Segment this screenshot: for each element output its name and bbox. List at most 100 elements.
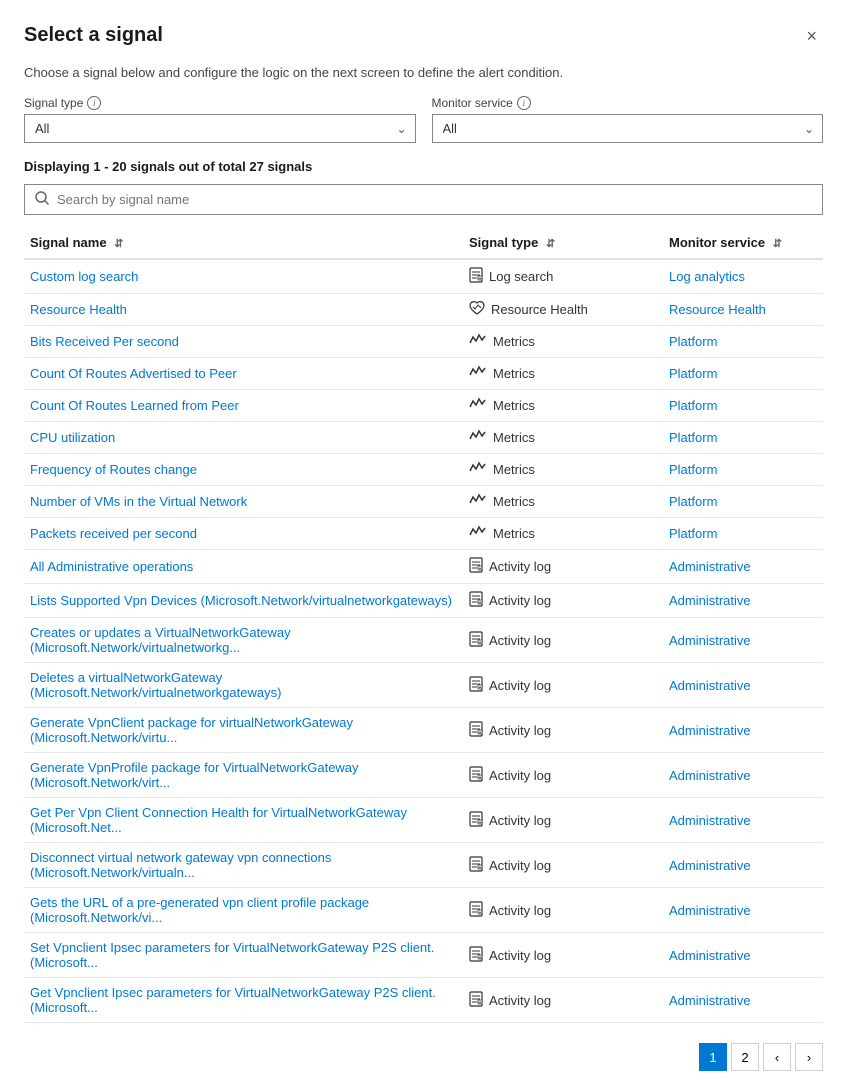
monitor-service-cell: Administrative [663,618,823,663]
monitor-service-cell: Platform [663,422,823,454]
monitor-service-cell: Administrative [663,843,823,888]
header-monitor-service: Monitor service ⇵ [663,227,823,259]
signal-type-cell: Activity log [463,798,663,843]
signal-name-link[interactable]: Lists Supported Vpn Devices (Microsoft.N… [30,593,452,608]
metrics-icon [469,333,487,350]
monitor-service-value: Platform [669,462,717,477]
signal-name-link[interactable]: Set Vpnclient Ipsec parameters for Virtu… [30,940,434,970]
signal-type-cell: Activity log [463,708,663,753]
signal-name-cell: Deletes a virtualNetworkGateway (Microso… [24,663,463,708]
table-row: Set Vpnclient Ipsec parameters for Virtu… [24,933,823,978]
pagination: 1 2 ‹ › [24,1035,823,1071]
signal-name-link[interactable]: Resource Health [30,302,127,317]
resource-health-icon [469,301,485,318]
log-icon [469,901,483,920]
signal-type-cell: Metrics [463,422,663,454]
signal-name-link[interactable]: Get Vpnclient Ipsec parameters for Virtu… [30,985,436,1015]
metrics-icon [469,461,487,478]
signal-type-text: Activity log [489,858,551,873]
close-button[interactable]: × [800,24,823,49]
signal-type-text: Activity log [489,559,551,574]
signal-type-dropdown[interactable]: All Metrics Log search Activity log Reso… [24,114,416,143]
signal-name-link[interactable]: Frequency of Routes change [30,462,197,477]
monitor-service-value: Platform [669,494,717,509]
signal-type-cell: Metrics [463,326,663,358]
monitor-service-value: Platform [669,398,717,413]
signal-type-text: Activity log [489,813,551,828]
log-icon [469,557,483,576]
signal-name-link[interactable]: Count Of Routes Advertised to Peer [30,366,237,381]
search-input[interactable] [57,192,812,207]
signal-name-link[interactable]: All Administrative operations [30,559,193,574]
table-row: Disconnect virtual network gateway vpn c… [24,843,823,888]
sort-monitor-service-icon[interactable]: ⇵ [773,238,782,250]
signal-name-cell: Set Vpnclient Ipsec parameters for Virtu… [24,933,463,978]
signal-name-link[interactable]: Disconnect virtual network gateway vpn c… [30,850,331,880]
signal-name-link[interactable]: Number of VMs in the Virtual Network [30,494,247,509]
monitor-service-label: Monitor service i [432,96,824,110]
signal-name-link[interactable]: Get Per Vpn Client Connection Health for… [30,805,407,835]
signal-name-link[interactable]: Custom log search [30,269,138,284]
monitor-service-cell: Administrative [663,888,823,933]
monitor-service-cell: Platform [663,454,823,486]
signal-type-text: Metrics [493,334,535,349]
monitor-service-cell: Administrative [663,978,823,1023]
signal-name-link[interactable]: Generate VpnClient package for virtualNe… [30,715,353,745]
monitor-service-cell: Administrative [663,584,823,618]
monitor-service-cell: Platform [663,518,823,550]
signal-name-link[interactable]: Creates or updates a VirtualNetworkGatew… [30,625,291,655]
monitor-service-cell: Administrative [663,663,823,708]
signal-name-cell: CPU utilization [24,422,463,454]
prev-page-button[interactable]: ‹ [763,1043,791,1071]
signal-name-link[interactable]: Count Of Routes Learned from Peer [30,398,239,413]
signal-type-cell: Resource Health [463,294,663,326]
signal-name-link[interactable]: Generate VpnProfile package for VirtualN… [30,760,359,790]
signal-type-text: Metrics [493,430,535,445]
monitor-service-value: Resource Health [669,302,766,317]
signal-name-cell: Number of VMs in the Virtual Network [24,486,463,518]
signal-name-cell: Frequency of Routes change [24,454,463,486]
signal-name-link[interactable]: CPU utilization [30,430,115,445]
metrics-icon [469,429,487,446]
monitor-service-cell: Administrative [663,933,823,978]
log-icon [469,766,483,785]
page-2-button[interactable]: 2 [731,1043,759,1071]
signal-type-cell: Metrics [463,454,663,486]
monitor-service-select[interactable]: All Platform Log analytics Administrativ… [433,115,823,142]
signal-type-cell: Activity log [463,978,663,1023]
signal-name-link[interactable]: Gets the URL of a pre-generated vpn clie… [30,895,369,925]
table-row: Get Per Vpn Client Connection Health for… [24,798,823,843]
metrics-icon [469,365,487,382]
signal-name-link[interactable]: Packets received per second [30,526,197,541]
page-1-button[interactable]: 1 [699,1043,727,1071]
sort-signal-name-icon[interactable]: ⇵ [114,238,123,250]
monitor-service-value: Administrative [669,559,751,574]
signal-type-cell: Activity log [463,933,663,978]
monitor-service-filter: Monitor service i All Platform Log analy… [432,96,824,143]
metrics-icon [469,397,487,414]
signal-type-cell: Activity log [463,663,663,708]
signal-type-select[interactable]: All Metrics Log search Activity log Reso… [25,115,415,142]
log-icon [469,631,483,650]
monitor-service-cell: Resource Health [663,294,823,326]
signal-type-label: Signal type i [24,96,416,110]
metrics-icon [469,525,487,542]
monitor-service-value: Platform [669,430,717,445]
signal-name-link[interactable]: Deletes a virtualNetworkGateway (Microso… [30,670,281,700]
monitor-service-value: Administrative [669,723,751,738]
monitor-service-value: Platform [669,334,717,349]
signal-name-link[interactable]: Bits Received Per second [30,334,179,349]
monitor-service-value: Administrative [669,768,751,783]
sort-signal-type-icon[interactable]: ⇵ [546,238,555,250]
search-icon [35,191,49,208]
monitor-service-value: Administrative [669,593,751,608]
signal-type-cell: Log search [463,259,663,294]
table-row: Number of VMs in the Virtual Network Met… [24,486,823,518]
monitor-service-cell: Administrative [663,708,823,753]
signal-type-text: Activity log [489,993,551,1008]
monitor-service-cell: Platform [663,390,823,422]
next-page-button[interactable]: › [795,1043,823,1071]
table-row: Deletes a virtualNetworkGateway (Microso… [24,663,823,708]
monitor-service-dropdown[interactable]: All Platform Log analytics Administrativ… [432,114,824,143]
signal-name-cell: Count Of Routes Learned from Peer [24,390,463,422]
